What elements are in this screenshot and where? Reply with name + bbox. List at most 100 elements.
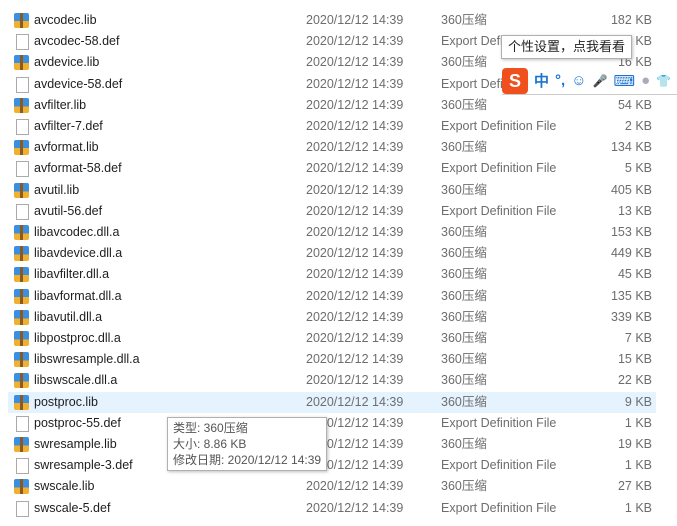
archive-icon	[14, 182, 29, 198]
file-size: 153 KB	[610, 225, 652, 239]
archive-icon	[14, 246, 29, 262]
file-row[interactable]: avfilter.lib 2020/12/12 14:39 360压缩 54 K…	[8, 95, 656, 116]
file-size: 27 KB	[617, 479, 652, 494]
file-row[interactable]: libavdevice.dll.a 2020/12/12 14:39 360压缩…	[8, 243, 656, 264]
file-size: 135 KB	[610, 288, 652, 303]
file-size: 7 KB	[624, 331, 652, 345]
file-size: 1 KB	[624, 458, 652, 473]
file-type: 360压缩	[441, 331, 487, 345]
file-date: 2020/12/12 14:39	[306, 479, 404, 494]
sogou-logo-icon[interactable]: S	[502, 67, 528, 94]
file-type: Export Definition File	[441, 161, 557, 176]
file-date: 2020/12/12 14:39	[306, 34, 404, 49]
file-type: 360压缩	[441, 437, 487, 451]
file-icon	[16, 415, 29, 432]
archive-icon	[14, 394, 29, 410]
file-icon	[16, 34, 29, 51]
tooltip-modified: 修改日期: 2020/12/12 14:39	[173, 453, 322, 467]
file-row[interactable]: swscale-5.def 2020/12/12 14:39 Export De…	[8, 498, 656, 519]
file-row[interactable]: swresample.lib 2020/12/12 14:39 360压缩 19…	[8, 434, 656, 455]
file-size: 339 KB	[610, 309, 652, 324]
file-type: 360压缩	[441, 373, 487, 388]
archive-icon	[14, 97, 29, 113]
tooltip-size: 大小: 8.86 KB	[173, 437, 247, 451]
keyboard-icon[interactable]: ⌨	[613, 72, 635, 90]
file-row[interactable]: swresample-3.def 2020/12/12 14:39 Export…	[8, 455, 656, 476]
file-row[interactable]: libswscale.dll.a 2020/12/12 14:39 360压缩 …	[8, 370, 656, 391]
file-type: 360压缩	[441, 13, 487, 27]
file-size: 1 KB	[624, 500, 652, 515]
file-type: 360压缩	[441, 246, 487, 261]
emoji-icon[interactable]: ☺	[571, 72, 586, 89]
file-size: 405 KB	[610, 182, 652, 197]
file-date: 2020/12/12 14:39	[306, 352, 404, 367]
file-row[interactable]: libavutil.dll.a 2020/12/12 14:39 360压缩 3…	[8, 307, 656, 328]
file-name: avcodec.lib	[34, 13, 97, 27]
archive-icon	[14, 437, 29, 452]
file-size: 22 KB	[617, 373, 652, 388]
file-date: 2020/12/12 14:39	[306, 373, 404, 388]
file-size: 449 KB	[610, 246, 652, 261]
file-size: 2 KB	[624, 119, 652, 133]
archive-icon	[14, 55, 29, 71]
file-row[interactable]: libavfilter.dll.a 2020/12/12 14:39 360压缩…	[8, 264, 656, 285]
punctuation-button[interactable]: °,	[555, 72, 565, 89]
file-name: swscale-5.def	[34, 500, 111, 515]
file-type: 360压缩	[441, 288, 487, 303]
file-date: 2020/12/12 14:39	[306, 97, 404, 112]
file-type: Export Definition File	[441, 203, 557, 218]
file-type: Export Definition File	[441, 415, 557, 430]
file-row[interactable]: avcodec.lib 2020/12/12 14:39 360压缩 182 K…	[8, 10, 656, 31]
file-type: 360压缩	[441, 97, 487, 112]
file-row[interactable]: libswresample.dll.a 2020/12/12 14:39 360…	[8, 349, 656, 370]
file-name: libavcodec.dll.a	[34, 225, 120, 239]
tooltip-type: 类型: 360压缩	[173, 421, 248, 435]
archive-icon	[14, 13, 29, 28]
ime-tooltip: 个性设置，点我看看	[501, 35, 633, 59]
file-name: avcodec-58.def	[34, 34, 120, 49]
file-name: avutil.lib	[34, 182, 80, 197]
file-type: 360压缩	[441, 225, 487, 239]
file-row[interactable]: avutil-56.def 2020/12/12 14:39 Export De…	[8, 201, 656, 222]
file-size: 45 KB	[617, 267, 652, 282]
file-row[interactable]: libavformat.dll.a 2020/12/12 14:39 360压缩…	[8, 286, 656, 307]
file-size: 54 KB	[617, 97, 652, 112]
user-icon[interactable]: ●	[641, 72, 650, 89]
file-info-tooltip: 类型: 360压缩 大小: 8.86 KB 修改日期: 2020/12/12 1…	[167, 417, 328, 471]
file-row[interactable]: libavcodec.dll.a 2020/12/12 14:39 360压缩 …	[8, 222, 656, 243]
file-name: libswscale.dll.a	[34, 373, 118, 388]
file-date: 2020/12/12 14:39	[306, 246, 404, 261]
file-name: libavutil.dll.a	[34, 309, 103, 324]
file-date: 2020/12/12 14:39	[306, 288, 404, 303]
file-icon	[16, 119, 29, 135]
microphone-icon[interactable]: 🎤	[593, 74, 608, 88]
file-name: libpostproc.dll.a	[34, 331, 121, 345]
file-type: 360压缩	[441, 309, 487, 324]
file-row[interactable]: avformat.lib 2020/12/12 14:39 360压缩 134 …	[8, 137, 656, 158]
file-type: 360压缩	[441, 352, 487, 367]
file-date: 2020/12/12 14:39	[306, 394, 404, 409]
file-icon	[16, 458, 29, 475]
file-icon	[16, 500, 29, 517]
file-type: 360压缩	[441, 394, 487, 409]
file-date: 2020/12/12 14:39	[306, 267, 404, 282]
file-type: Export Definition File	[441, 458, 557, 473]
file-name: postproc-55.def	[34, 415, 121, 430]
file-date: 2020/12/12 14:39	[306, 13, 404, 27]
file-size: 19 KB	[617, 437, 652, 451]
file-row[interactable]: avfilter-7.def 2020/12/12 14:39 Export D…	[8, 116, 656, 137]
file-row[interactable]: postproc-55.def 2020/12/12 14:39 Export …	[8, 413, 656, 434]
file-type: 360压缩	[441, 267, 487, 282]
ime-toolbar: S 中 °, ☺ 🎤 ⌨ ● 👕	[502, 67, 677, 95]
file-row[interactable]: swscale.lib 2020/12/12 14:39 360压缩 27 KB	[8, 476, 656, 497]
skin-icon[interactable]: 👕	[656, 74, 671, 88]
archive-icon	[14, 267, 29, 283]
file-type: 360压缩	[441, 55, 487, 70]
file-date: 2020/12/12 14:39	[306, 225, 404, 239]
archive-icon	[14, 288, 29, 304]
file-row[interactable]: libpostproc.dll.a 2020/12/12 14:39 360压缩…	[8, 328, 656, 349]
file-row[interactable]: avutil.lib 2020/12/12 14:39 360压缩 405 KB	[8, 180, 656, 201]
file-row[interactable]: postproc.lib 2020/12/12 14:39 360压缩 9 KB	[8, 391, 656, 413]
file-row[interactable]: avformat-58.def 2020/12/12 14:39 Export …	[8, 158, 656, 179]
ime-mode-button[interactable]: 中	[534, 70, 549, 91]
